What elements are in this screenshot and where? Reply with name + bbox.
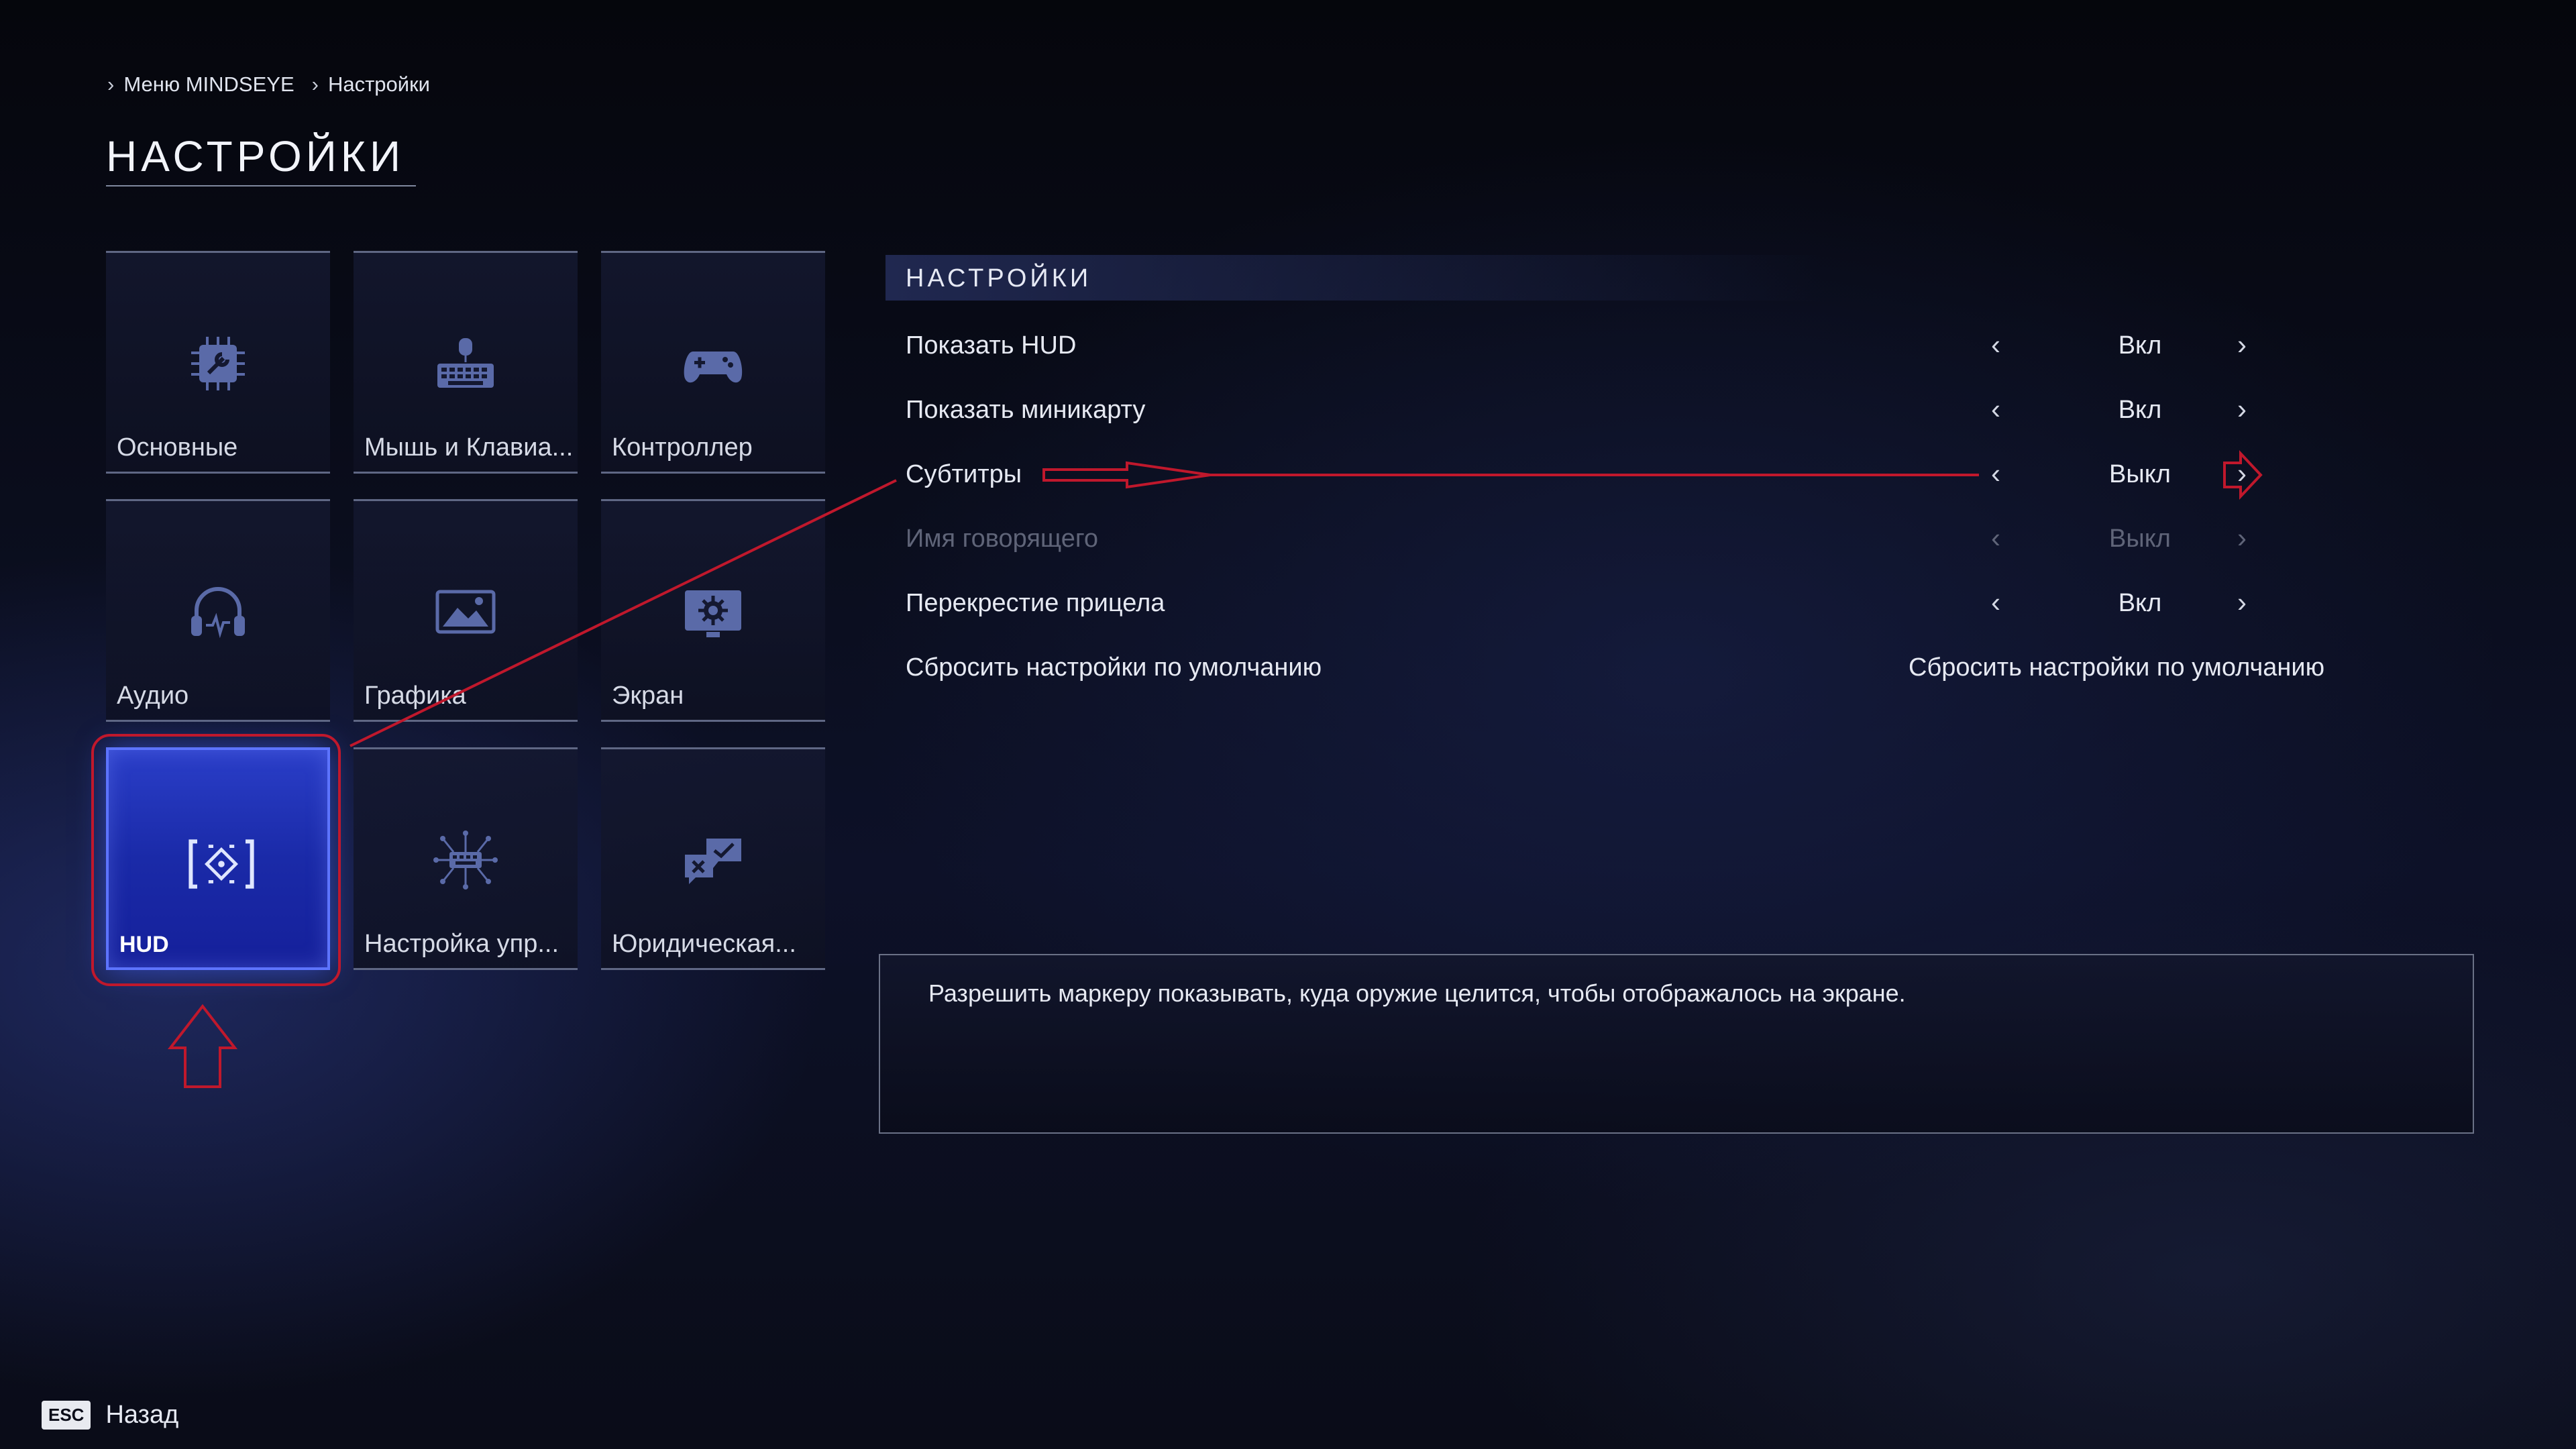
setting-row-speaker-name: Имя говорящего ‹ Выкл › bbox=[906, 519, 2348, 559]
tile-label: Настройка упр... bbox=[364, 930, 559, 958]
chevron-right-icon: › bbox=[107, 72, 115, 96]
tile-label: Основные bbox=[117, 433, 238, 462]
setting-value: Выкл bbox=[2109, 525, 2171, 553]
setting-row-show-minimap[interactable]: Показать миникарту ‹ Вкл › bbox=[906, 390, 2348, 431]
esc-key-hint: ESC bbox=[42, 1401, 91, 1430]
chevron-right-icon: › bbox=[2237, 522, 2247, 553]
reset-defaults-button[interactable]: Сбросить настройки по умолчанию bbox=[1909, 653, 2324, 682]
page-title: НАСТРОЙКИ bbox=[106, 132, 405, 180]
tile-general[interactable]: Основные bbox=[106, 251, 330, 474]
setting-value: Вкл bbox=[2118, 589, 2162, 617]
tile-legal[interactable]: Юридическая... bbox=[601, 747, 825, 970]
panel-header: НАСТРОЙКИ bbox=[885, 255, 1825, 301]
annotation-arrow-up bbox=[167, 1004, 238, 1088]
tile-label: Аудио bbox=[117, 682, 189, 710]
setting-label: Перекрестие прицела bbox=[906, 589, 1165, 617]
tile-graphics[interactable]: Графика bbox=[354, 499, 578, 722]
tile-controller[interactable]: Контроллер bbox=[601, 251, 825, 474]
keyboard-mouse-icon bbox=[437, 338, 494, 388]
tile-label: Экран bbox=[612, 682, 684, 710]
chevron-right-icon: › bbox=[311, 72, 319, 96]
panel-title: НАСТРОЙКИ bbox=[906, 264, 1092, 292]
back-label: Назад bbox=[105, 1401, 179, 1429]
chevron-left-icon[interactable]: ‹ bbox=[1991, 329, 2000, 361]
description-box: Разрешить маркеру показывать, куда оружи… bbox=[879, 954, 2474, 1134]
chevron-right-icon[interactable]: › bbox=[2237, 329, 2247, 361]
breadcrumb-label: Настройки bbox=[327, 72, 430, 96]
tile-audio[interactable]: Аудио bbox=[106, 499, 330, 722]
annotation-overlay bbox=[167, 449, 2263, 1088]
setting-row-reset: Сбросить настройки по умолчанию Сбросить… bbox=[906, 648, 2348, 688]
annotation-highlight-box bbox=[91, 734, 341, 986]
setting-row-subtitles[interactable]: Субтитры ‹ Выкл › bbox=[906, 455, 2348, 495]
setting-row-crosshair[interactable]: Перекрестие прицела ‹ Вкл › bbox=[906, 584, 2348, 624]
tile-screen[interactable]: Экран bbox=[601, 499, 825, 722]
display-gear-icon bbox=[685, 590, 741, 637]
title-underline bbox=[106, 185, 416, 186]
headphones-icon bbox=[191, 587, 245, 639]
tile-mouse-keyboard[interactable]: Мышь и Клавиа... bbox=[354, 251, 578, 474]
chevron-right-icon[interactable]: › bbox=[2237, 458, 2247, 490]
tile-label: Графика bbox=[364, 682, 466, 710]
gamepad-icon bbox=[684, 352, 743, 383]
tile-label: Юридическая... bbox=[612, 930, 796, 958]
setting-label: Субтитры bbox=[906, 460, 1022, 488]
setting-label: Имя говорящего bbox=[906, 525, 1099, 553]
chevron-right-icon[interactable]: › bbox=[2237, 586, 2247, 619]
setting-label: Показать HUD bbox=[906, 331, 1077, 360]
breadcrumb-item-menu[interactable]: › Меню MINDSEYE bbox=[107, 72, 294, 97]
tile-control-setup[interactable]: Настройка упр... bbox=[354, 747, 578, 970]
description-text: Разрешить маркеру показывать, куда оружи… bbox=[928, 979, 1906, 1007]
chevron-left-icon[interactable]: ‹ bbox=[1991, 458, 2000, 490]
tile-label: Контроллер bbox=[612, 433, 753, 462]
settings-chip-icon bbox=[191, 337, 245, 390]
chevron-right-icon[interactable]: › bbox=[2237, 393, 2247, 425]
graphics-image-icon bbox=[435, 590, 496, 634]
chevron-left-icon: ‹ bbox=[1991, 522, 2000, 553]
setting-label: Показать миникарту bbox=[906, 396, 1146, 424]
setting-value: Вкл bbox=[2118, 331, 2162, 360]
chevron-left-icon[interactable]: ‹ bbox=[1991, 393, 2000, 425]
setting-row-show-hud[interactable]: Показать HUD ‹ Вкл › bbox=[906, 326, 2348, 366]
control-setup-icon bbox=[433, 830, 498, 890]
footer-back[interactable]: ESC Назад bbox=[42, 1401, 178, 1430]
setting-label: Сбросить настройки по умолчанию bbox=[906, 653, 1322, 682]
breadcrumb-item-settings[interactable]: › Настройки bbox=[312, 72, 430, 97]
setting-value: Вкл bbox=[2118, 396, 2162, 424]
breadcrumb: › Меню MINDSEYE › Настройки bbox=[107, 72, 430, 97]
setting-value: Выкл bbox=[2109, 460, 2171, 488]
tile-label: Мышь и Клавиа... bbox=[364, 433, 574, 462]
breadcrumb-label: Меню MINDSEYE bbox=[123, 72, 294, 96]
chevron-left-icon[interactable]: ‹ bbox=[1991, 586, 2000, 619]
legal-checkbox-icon bbox=[685, 839, 741, 884]
